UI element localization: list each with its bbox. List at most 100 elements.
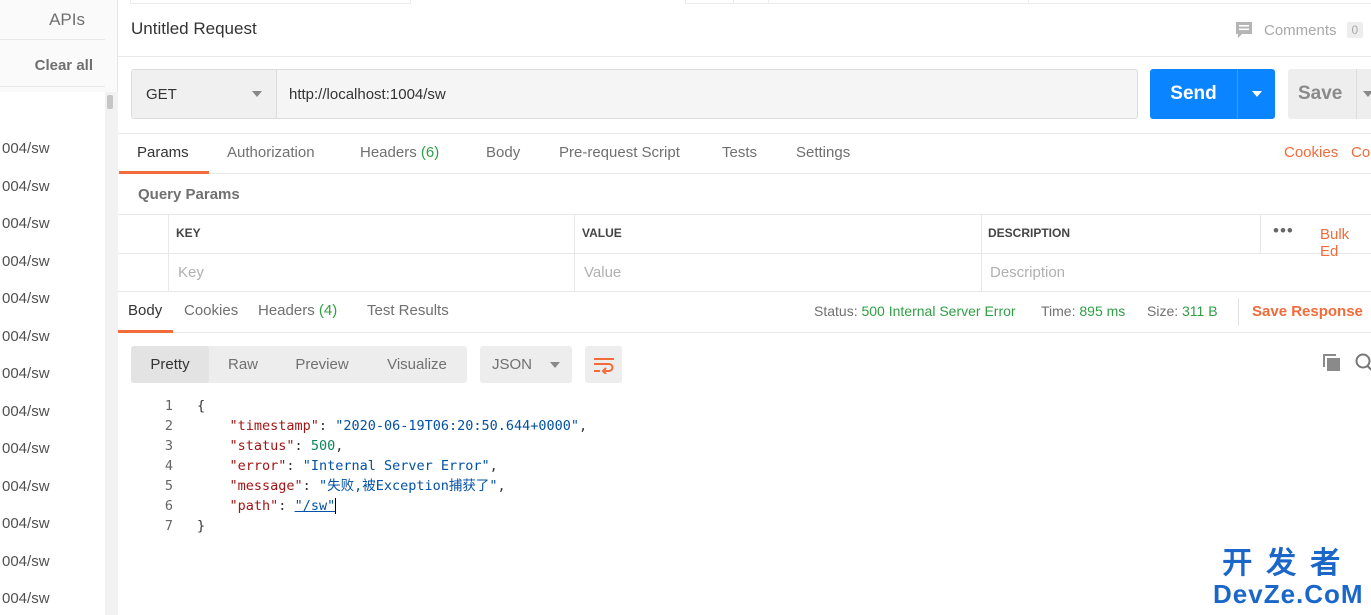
request-tab[interactable] <box>410 0 685 4</box>
request-tab[interactable] <box>685 0 733 4</box>
history-item[interactable]: 004/sw <box>0 205 105 243</box>
send-label[interactable]: Send <box>1150 69 1237 119</box>
text-cursor <box>335 498 337 514</box>
tab-headers[interactable]: Headers (6) <box>360 144 439 161</box>
request-tab[interactable] <box>733 0 768 4</box>
json-key: "path" <box>229 498 279 514</box>
line-number: 4 <box>164 458 173 474</box>
key-input[interactable]: Key <box>178 264 204 281</box>
history-item[interactable]: 004/sw <box>0 355 105 393</box>
save-response-button[interactable]: Save Response <box>1252 303 1363 320</box>
line-number: 6 <box>164 498 173 514</box>
watermark-logo: 开发者 DevZe.CoM <box>1213 547 1364 609</box>
view-mode-visualize[interactable]: Visualize <box>367 346 467 383</box>
history-item[interactable]: 004/sw <box>0 505 105 543</box>
url-input[interactable] <box>277 70 1137 118</box>
copy-icon[interactable] <box>1322 353 1342 373</box>
view-mode-pretty[interactable]: Pretty <box>131 346 209 383</box>
sidebar-scrollbar-thumb[interactable] <box>107 95 113 109</box>
status-value: 500 Internal Server Error <box>861 303 1016 319</box>
format-select[interactable]: JSON <box>480 346 572 383</box>
history-item[interactable]: 004/sw <box>0 430 105 468</box>
tab-headers-count: (6) <box>420 144 440 161</box>
json-link[interactable]: "/sw" <box>295 498 336 514</box>
request-tab[interactable] <box>130 0 410 4</box>
tab-params[interactable]: Params <box>137 144 189 161</box>
response-tab-headers[interactable]: Headers (4) <box>258 302 337 319</box>
code-line: 4 "error": "Internal Server Error", <box>131 456 1371 476</box>
view-mode-raw[interactable]: Raw <box>209 346 277 383</box>
clear-all-button[interactable]: Clear all <box>0 45 105 87</box>
cookies-link[interactable]: Cookies <box>1284 144 1338 161</box>
tab-body[interactable]: Body <box>486 144 520 161</box>
history-item[interactable]: 004/sw <box>0 280 105 318</box>
history-item[interactable]: 004/sw <box>0 543 105 581</box>
history-item[interactable]: 004/sw <box>0 130 105 168</box>
wrap-lines-icon <box>593 357 614 374</box>
save-button[interactable]: Save <box>1288 69 1371 119</box>
request-tab[interactable] <box>1028 0 1371 4</box>
watermark-top: 开发者 <box>1222 547 1355 580</box>
format-value: JSON <box>492 356 533 373</box>
time-value: 895 ms <box>1079 303 1126 319</box>
column-divider <box>981 215 982 292</box>
history-list: 004/sw 004/sw 004/sw 004/sw 004/sw 004/s… <box>0 92 105 615</box>
time-label: Time: <box>1041 303 1076 319</box>
sidebar-tab-apis[interactable]: APIs <box>0 0 105 40</box>
response-tab-headers-count: (4) <box>318 302 338 319</box>
send-button[interactable]: Send <box>1150 69 1275 119</box>
view-mode-preview[interactable]: Preview <box>277 346 367 383</box>
active-tab-indicator <box>118 330 173 333</box>
history-item[interactable]: 004/sw <box>0 243 105 281</box>
chevron-down-icon <box>1251 91 1262 97</box>
response-tab-body[interactable]: Body <box>128 302 162 319</box>
tab-settings[interactable]: Settings <box>796 144 850 161</box>
code-text: } <box>197 518 206 534</box>
column-header-description: DESCRIPTION <box>988 226 1071 240</box>
response-body-code[interactable]: 1{ 2 "timestamp": "2020-06-19T06:20:50.6… <box>131 396 1371 536</box>
history-item[interactable]: 004/sw <box>0 580 105 615</box>
chevron-down-icon <box>550 361 560 368</box>
column-divider <box>168 215 169 292</box>
bulk-edit-link[interactable]: Bulk Ed <box>1320 226 1371 260</box>
divider <box>1238 298 1239 326</box>
json-key: "timestamp" <box>229 418 319 434</box>
request-title[interactable]: Untitled Request <box>131 19 257 39</box>
code-text: { <box>197 398 206 414</box>
code-text: "timestamp": "2020-06-19T06:20:50.644+00… <box>229 418 588 434</box>
history-item[interactable]: 004/sw <box>0 468 105 506</box>
history-item[interactable]: 004/sw <box>0 393 105 431</box>
tab-authorization[interactable]: Authorization <box>227 144 315 161</box>
chevron-down-icon <box>252 91 262 97</box>
history-item[interactable]: 004/sw <box>0 168 105 206</box>
save-dropdown[interactable] <box>1356 69 1371 119</box>
comment-icon <box>1236 22 1252 38</box>
json-string: "Internal Server Error" <box>302 458 490 474</box>
search-icon[interactable] <box>1354 353 1371 373</box>
json-key: "error" <box>229 458 287 474</box>
comments-button[interactable]: Comments 0 <box>1234 20 1364 40</box>
code-line: 2 "timestamp": "2020-06-19T06:20:50.644+… <box>131 416 1371 436</box>
wrap-lines-button[interactable] <box>585 346 622 383</box>
value-input[interactable]: Value <box>584 264 621 281</box>
method-select[interactable]: GET <box>132 70 277 118</box>
sidebar-scrollbar[interactable] <box>105 92 118 615</box>
code-text: "status": 500, <box>229 438 344 454</box>
more-options-icon[interactable]: ••• <box>1273 221 1294 241</box>
tab-headers-label: Headers <box>360 144 417 161</box>
request-tab[interactable] <box>768 0 1028 4</box>
code-text: "message": "失败,被Exception捕获了", <box>229 478 506 494</box>
code-text: "path": "/sw" <box>229 498 337 514</box>
json-key: "status" <box>229 438 295 454</box>
history-item[interactable]: 004/sw <box>0 318 105 356</box>
line-number: 2 <box>164 418 173 434</box>
response-tab-cookies[interactable]: Cookies <box>184 302 238 319</box>
response-tab-test-results[interactable]: Test Results <box>367 302 449 319</box>
description-input[interactable]: Description <box>990 264 1065 281</box>
line-number: 5 <box>164 478 173 494</box>
tab-tests[interactable]: Tests <box>722 144 757 161</box>
response-tabs: Body Cookies Headers (4) Test Results St… <box>118 292 1371 333</box>
code-link[interactable]: Co <box>1351 144 1370 161</box>
send-dropdown[interactable] <box>1237 69 1275 119</box>
tab-pre-request-script[interactable]: Pre-request Script <box>559 144 680 161</box>
